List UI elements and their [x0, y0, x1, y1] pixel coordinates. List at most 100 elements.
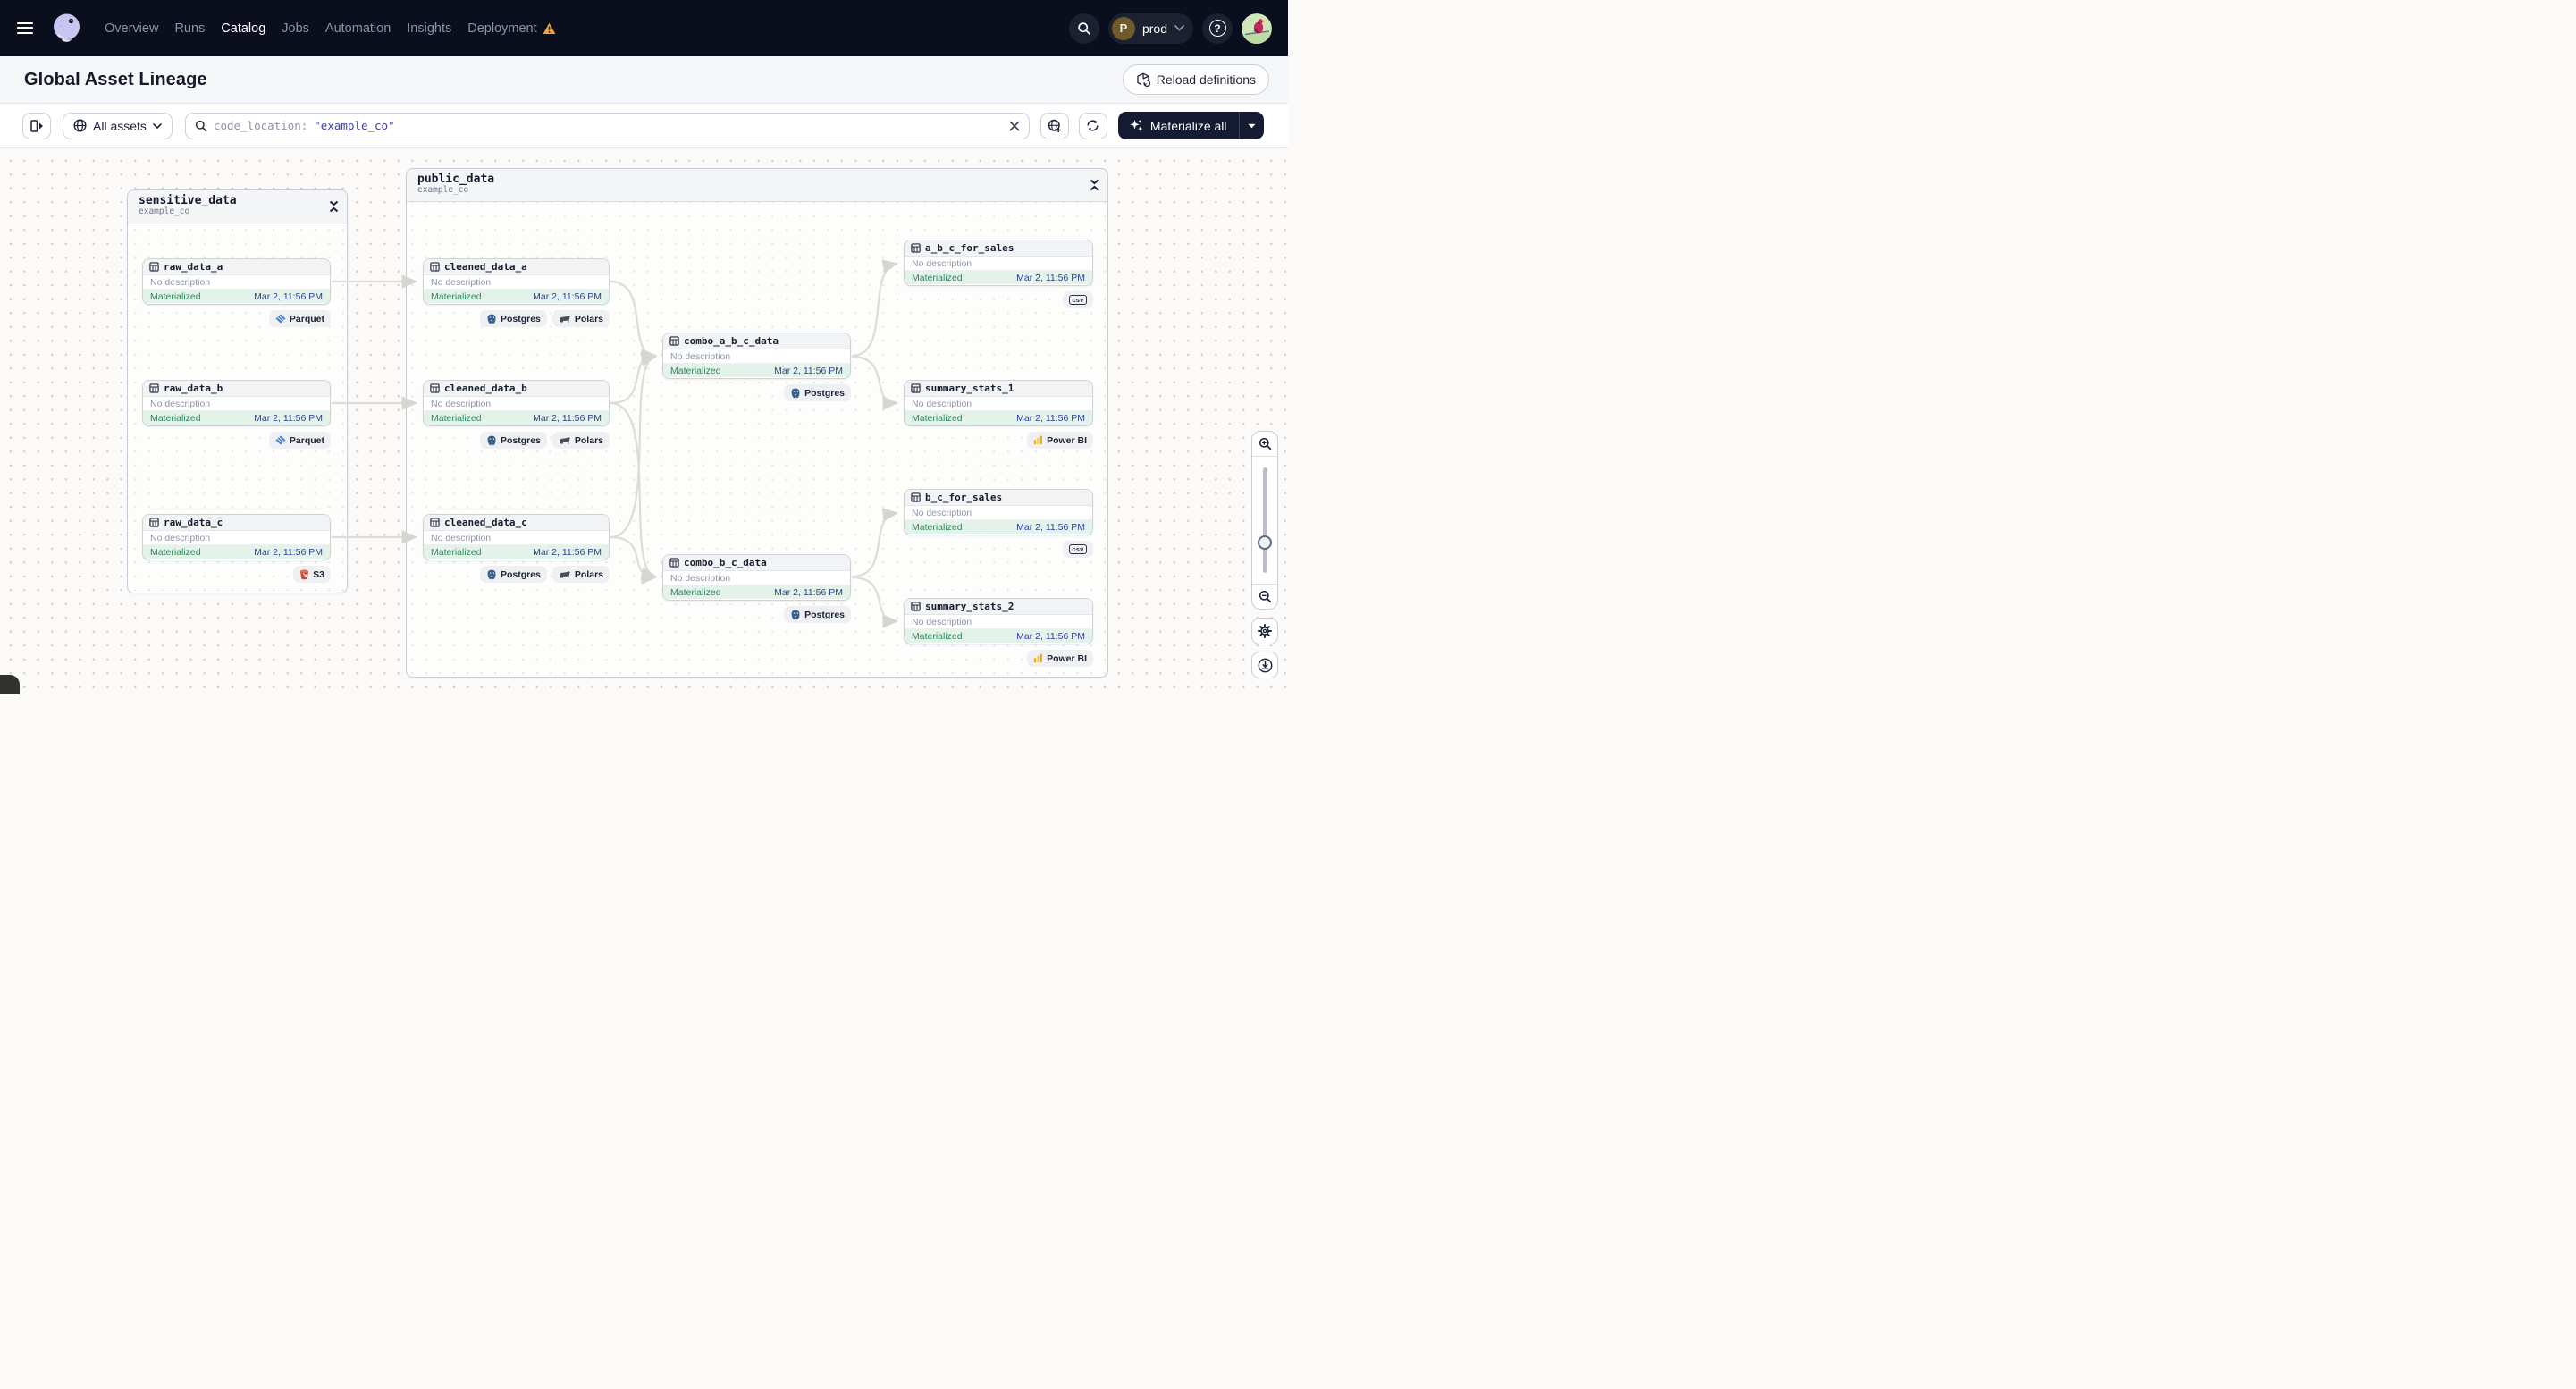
download-graph-button[interactable] [1251, 652, 1278, 678]
asset-filter-label: All assets [93, 118, 147, 133]
materialize-all-label: Materialize all [1149, 118, 1227, 133]
dagster-logo[interactable] [48, 10, 85, 46]
asset-node-cleaned-data-c[interactable]: cleaned_data_c No description Materializ… [423, 514, 610, 560]
group-header-public-data[interactable]: public_data example_co [407, 169, 1107, 202]
nav-item-jobs[interactable]: Jobs [282, 21, 309, 36]
help-button[interactable]: ? [1202, 13, 1233, 44]
refresh-graph-button[interactable] [1078, 112, 1107, 139]
asset-node-cleaned-data-a[interactable]: cleaned_data_a No description Materializ… [423, 258, 610, 305]
asset-node-combo-a-b-c-data[interactable]: combo_a_b_c_data No description Material… [662, 333, 851, 379]
asset-status: Materialized [670, 586, 721, 598]
nav-item-insights[interactable]: Insights [407, 21, 451, 36]
zoom-out-button[interactable] [1252, 585, 1277, 609]
lineage-canvas[interactable]: sensitive_data example_co public_data ex… [0, 148, 1288, 694]
workspace-name: prod [1141, 21, 1167, 36]
asset-timestamp[interactable]: Mar 2, 11:56 PM [1016, 273, 1085, 283]
asset-node-summary-stats-2[interactable]: summary_stats_2 No description Materiali… [904, 598, 1093, 644]
asset-node-raw-data-b[interactable]: raw_data_b No description Materialized Ma… [142, 380, 331, 426]
kind-tag-postgres[interactable]: Postgres [784, 384, 851, 401]
nav-item-runs[interactable]: Runs [174, 21, 205, 36]
asset-name: raw_data_a [164, 261, 223, 273]
zoom-slider-handle[interactable] [1258, 535, 1272, 550]
materialize-options-button[interactable] [1240, 112, 1264, 139]
table-icon [911, 492, 921, 502]
kind-tag-polars[interactable]: Polars [551, 310, 610, 327]
asset-timestamp[interactable]: Mar 2, 11:56 PM [533, 413, 602, 424]
table-icon [430, 383, 440, 393]
lineage-toolbar: All assets code_location: "example_co" M… [0, 104, 1288, 148]
workspace-switcher[interactable]: P prod [1107, 13, 1193, 44]
kind-tag-powerbi[interactable]: Power BI [1027, 432, 1093, 449]
nav-item-automation[interactable]: Automation [325, 21, 391, 36]
table-icon [149, 383, 159, 393]
asset-search-input[interactable]: code_location: "example_co" [184, 112, 1030, 139]
asset-description: No description [424, 275, 609, 290]
reload-code-icon [1137, 72, 1150, 87]
postgres-icon [791, 610, 800, 619]
zoom-in-button[interactable] [1252, 432, 1277, 456]
group-header-sensitive-data[interactable]: sensitive_data example_co [128, 190, 347, 223]
asset-description: No description [143, 531, 330, 545]
kind-tag-powerbi[interactable]: Power BI [1027, 650, 1093, 667]
kind-tag-label: Postgres [804, 387, 845, 399]
asset-node-combo-b-c-data[interactable]: combo_b_c_data No description Materializ… [662, 554, 851, 601]
reload-definitions-button[interactable]: Reload definitions [1122, 64, 1269, 95]
asset-node-cleaned-data-b[interactable]: cleaned_data_b No description Materializ… [423, 380, 610, 426]
asset-node-summary-stats-1[interactable]: summary_stats_1 No description Materiali… [904, 380, 1093, 426]
search-icon [1078, 21, 1090, 35]
hamburger-menu-icon[interactable] [17, 21, 33, 35]
csv-badge: csv [1068, 294, 1087, 306]
asset-filter-dropdown[interactable]: All assets [63, 112, 173, 139]
zoom-slider[interactable] [1252, 456, 1277, 585]
kind-tag-csv[interactable]: csv [1062, 541, 1093, 558]
open-sidebar-button[interactable] [22, 112, 51, 139]
kind-tag-label: Postgres [500, 313, 541, 324]
caret-down-icon [1248, 123, 1256, 128]
asset-name: a_b_c_for_sales [925, 242, 1014, 254]
asset-timestamp[interactable]: Mar 2, 11:56 PM [533, 291, 602, 302]
table-icon [430, 262, 440, 272]
kind-tag-s3[interactable]: S3 [293, 566, 331, 583]
asset-node-b-c-for-sales[interactable]: b_c_for_sales No description Materialize… [904, 489, 1093, 535]
kind-tag-polars[interactable]: Polars [551, 432, 610, 449]
asset-timestamp[interactable]: Mar 2, 11:56 PM [1016, 631, 1085, 642]
nav-item-overview[interactable]: Overview [105, 21, 158, 36]
help-icon: ? [1208, 20, 1226, 37]
asset-status: Materialized [150, 546, 201, 558]
collapse-group-icon[interactable] [1090, 179, 1099, 191]
nav-item-deployment[interactable]: Deployment [467, 21, 556, 36]
graph-settings-button[interactable] [1251, 618, 1278, 644]
user-avatar[interactable] [1242, 13, 1272, 44]
asset-timestamp[interactable]: Mar 2, 11:56 PM [1016, 413, 1085, 424]
asset-timestamp[interactable]: Mar 2, 11:56 PM [254, 547, 323, 558]
kind-tag-postgres[interactable]: Postgres [784, 606, 851, 623]
asset-node-raw-data-a[interactable]: raw_data_a No description Materialized Ma… [142, 258, 331, 305]
asset-node-raw-data-c[interactable]: raw_data_c No description Materialized Ma… [142, 514, 331, 560]
clear-search-icon[interactable] [1009, 121, 1020, 131]
materialize-all-button[interactable]: Materialize all [1118, 112, 1239, 139]
asset-node-a-b-c-for-sales[interactable]: a_b_c_for_sales No description Materiali… [904, 240, 1093, 286]
kind-tag-postgres[interactable]: Postgres [479, 432, 547, 449]
chevron-down-icon [153, 122, 162, 129]
asset-description: No description [143, 397, 330, 411]
nav-item-catalog[interactable]: Catalog [221, 21, 265, 36]
global-search-button[interactable] [1068, 13, 1099, 44]
asset-timestamp[interactable]: Mar 2, 11:56 PM [774, 366, 843, 376]
chevron-down-icon [1174, 25, 1184, 31]
asset-status: Materialized [431, 290, 482, 302]
asset-timestamp[interactable]: Mar 2, 11:56 PM [533, 547, 602, 558]
asset-timestamp[interactable]: Mar 2, 11:56 PM [1016, 522, 1085, 533]
asset-timestamp[interactable]: Mar 2, 11:56 PM [254, 413, 323, 424]
kind-tag-parquet[interactable]: Parquet [268, 432, 331, 449]
kind-tag-polars[interactable]: Polars [551, 566, 610, 583]
filter-to-group-button[interactable] [1040, 112, 1069, 139]
kind-tag-parquet[interactable]: Parquet [268, 310, 331, 327]
kind-tag-postgres[interactable]: Postgres [479, 310, 547, 327]
kind-tag-postgres[interactable]: Postgres [479, 566, 547, 583]
kind-tag-csv[interactable]: csv [1062, 291, 1093, 308]
asset-timestamp[interactable]: Mar 2, 11:56 PM [254, 291, 323, 302]
collapse-group-icon[interactable] [329, 200, 339, 213]
zoom-slider-track[interactable] [1262, 467, 1267, 573]
asset-name: summary_stats_2 [925, 601, 1014, 612]
asset-timestamp[interactable]: Mar 2, 11:56 PM [774, 587, 843, 598]
